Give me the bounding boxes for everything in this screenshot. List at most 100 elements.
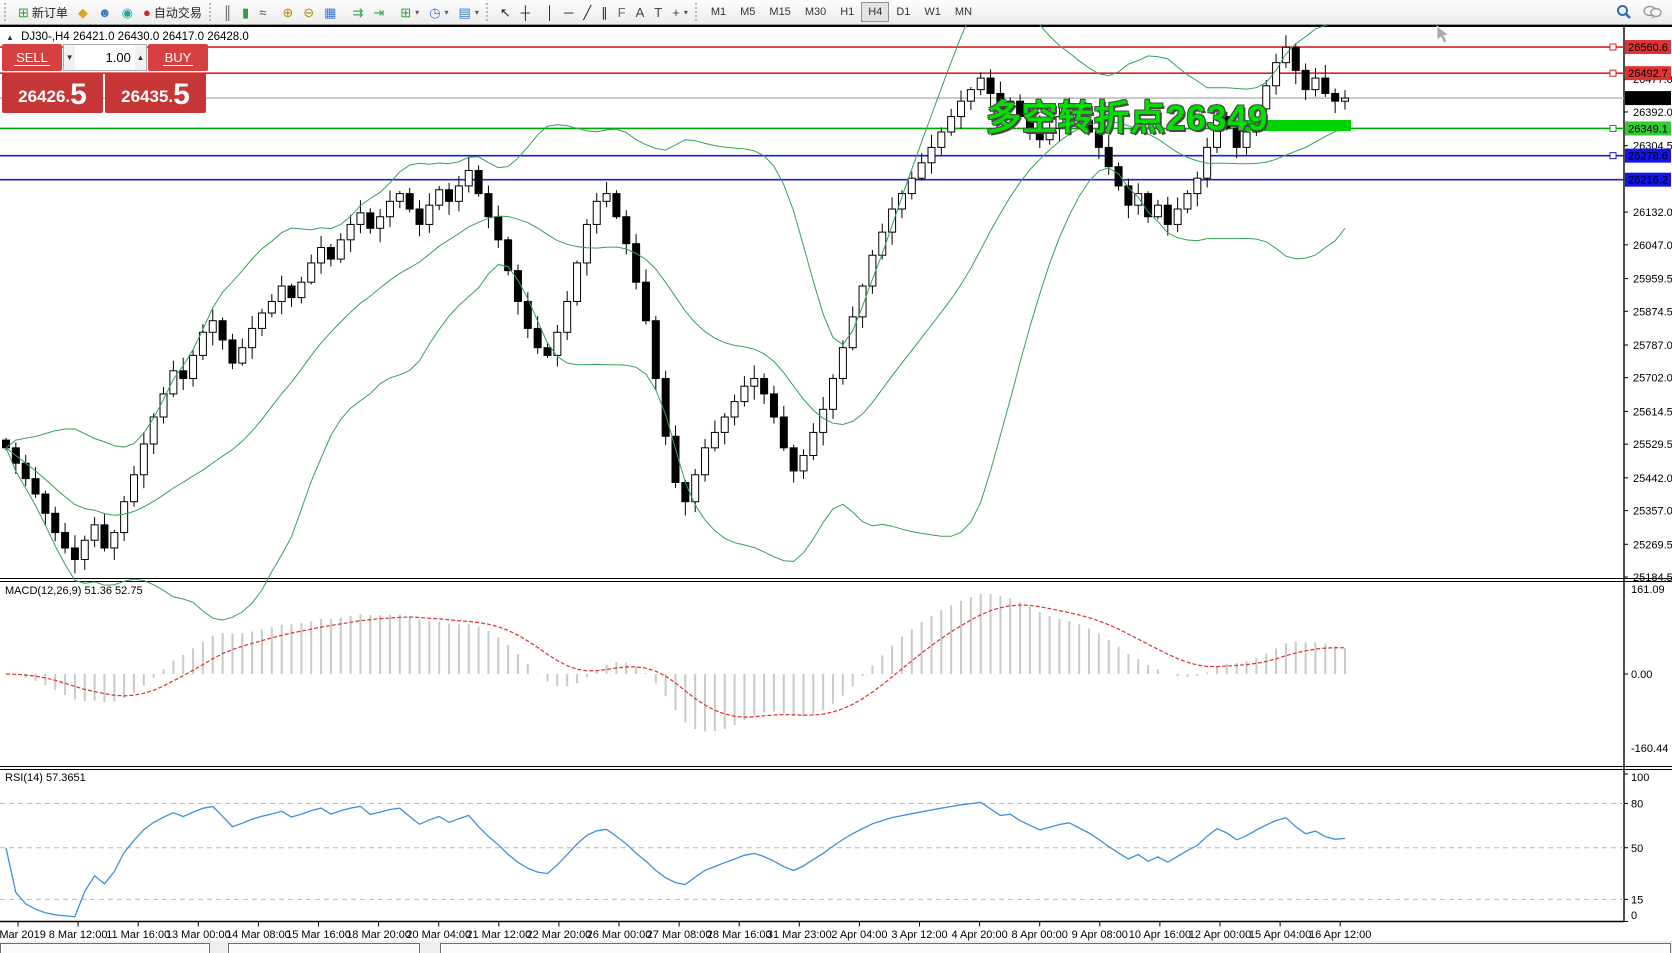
line-chart-button[interactable]: ≈ [254,1,271,23]
sell-button[interactable]: SELL [2,44,62,71]
price-badge-label: 26560.6 [1628,42,1668,54]
zoom-in-button[interactable]: ⊕ [277,1,298,23]
chat-icon[interactable] [1642,4,1662,20]
candle [219,321,226,340]
candle [121,502,128,533]
chart-tab[interactable] [0,943,210,953]
chart-shift-button[interactable]: ⇥ [368,1,389,23]
collapse-icon[interactable]: ▲ [6,33,14,42]
candle [446,190,453,202]
candle [642,282,649,321]
candle [495,217,502,240]
y-axis-tick: 26132.0 [1633,207,1672,219]
volume-decrease-button[interactable]: ▼ [64,45,75,70]
candle [1154,205,1161,217]
candle [367,213,374,228]
candle [111,533,118,548]
timeframe-m5-button[interactable]: M5 [733,2,762,22]
zoom-out-button[interactable]: ⊖ [298,1,319,23]
chart-canvas[interactable]: 26477.026392.026304.526132.026047.025959… [0,0,1672,953]
candle [199,332,206,355]
mouse-cursor [1437,26,1449,43]
toolbar-right [1616,4,1672,20]
timeframe-d1-button[interactable]: D1 [889,2,917,22]
candle [1105,147,1112,166]
search-icon[interactable] [1616,4,1632,20]
timeframe-mn-button[interactable]: MN [948,2,979,22]
new-order-button[interactable]: ⊞新订单 [13,1,73,23]
candle [702,448,709,475]
market-icon: ◆ [78,6,88,19]
tile-windows-icon: ▦ [324,6,336,19]
candle [130,475,137,502]
buy-button[interactable]: BUY [148,44,208,71]
bar-chart-icon: ║ [223,6,232,19]
timeframe-m15-button[interactable]: M15 [762,2,797,22]
signals-button[interactable]: ◉ [117,1,138,23]
chart-tab[interactable] [228,943,420,953]
cursor-button[interactable]: ↖ [495,1,516,23]
text-button[interactable]: A [631,1,650,23]
new-order-icon: ⊞ [18,6,29,19]
line-handle[interactable] [1610,125,1616,131]
timeframe-m1-button[interactable]: M1 [704,2,733,22]
x-axis-label: 14 Mar 08:00 [226,929,291,941]
buy-price-display[interactable]: 26435.5 [105,73,206,113]
candle [1174,209,1181,224]
candlestick-chart-button[interactable]: ▮ [237,1,254,23]
crosshair-button[interactable]: ┼ [516,1,535,23]
macd-axis-tick: 0.00 [1631,669,1652,681]
community-button[interactable]: ☻ [93,1,117,23]
candle [918,163,925,178]
arrows-button[interactable]: +▾ [667,1,693,23]
line-handle[interactable] [1610,70,1616,76]
period-selector-button[interactable]: ◷▾ [424,1,453,23]
line-handle[interactable] [1610,153,1616,159]
candle [948,117,955,132]
timeframe-h4-button[interactable]: H4 [861,2,889,22]
vertical-line-button[interactable]: │ [541,1,559,23]
candle [534,328,541,347]
sell-price-display[interactable]: 26426.5 [2,73,103,113]
candle [3,440,10,448]
market-button[interactable]: ◆ [73,1,93,23]
volume-increase-button[interactable]: ▲ [135,45,146,70]
fibonacci-button[interactable]: F [613,1,631,23]
candle [574,263,581,302]
candle [623,217,630,244]
equidistant-channel-button[interactable]: ∥ [596,1,613,23]
auto-scroll-button[interactable]: ⇉ [347,1,368,23]
tile-windows-button[interactable]: ▦ [319,1,341,23]
horizontal-line-button[interactable]: ─ [559,1,578,23]
horizontal-line-icon: ─ [564,6,573,19]
candle [1194,178,1201,193]
period-selector-icon: ◷ [429,6,440,19]
candle [52,513,59,532]
candle [386,201,393,216]
candle [416,209,423,224]
x-axis-label: 21 Mar 12:00 [466,929,531,941]
autotrading-label: 自动交易 [154,4,202,21]
candle [869,255,876,286]
candle [1164,205,1171,224]
chevron-down-icon: ▾ [415,8,419,17]
timeframe-m30-button[interactable]: M30 [798,2,833,22]
autotrading-button[interactable]: ●自动交易 [138,1,207,23]
timeframe-w1-button[interactable]: W1 [917,2,948,22]
candle [229,340,236,363]
candle [830,378,837,409]
volume-input[interactable] [75,45,135,70]
templates-button[interactable]: ▤▾ [454,1,484,23]
trendline-button[interactable]: ╱ [578,1,596,23]
candle [908,178,915,193]
new-chart-button[interactable]: ⊞▾ [395,1,424,23]
line-handle[interactable] [1610,44,1616,50]
timeframe-h1-button[interactable]: H1 [833,2,861,22]
autotrading-icon: ● [143,6,151,19]
text-label-button[interactable]: T [649,1,667,23]
bar-chart-button[interactable]: ║ [218,1,237,23]
toolbar-grip [4,3,11,21]
volume-spinner: ▼ ▲ [63,44,147,71]
chart-tab[interactable] [440,943,1671,953]
candle [564,301,571,332]
